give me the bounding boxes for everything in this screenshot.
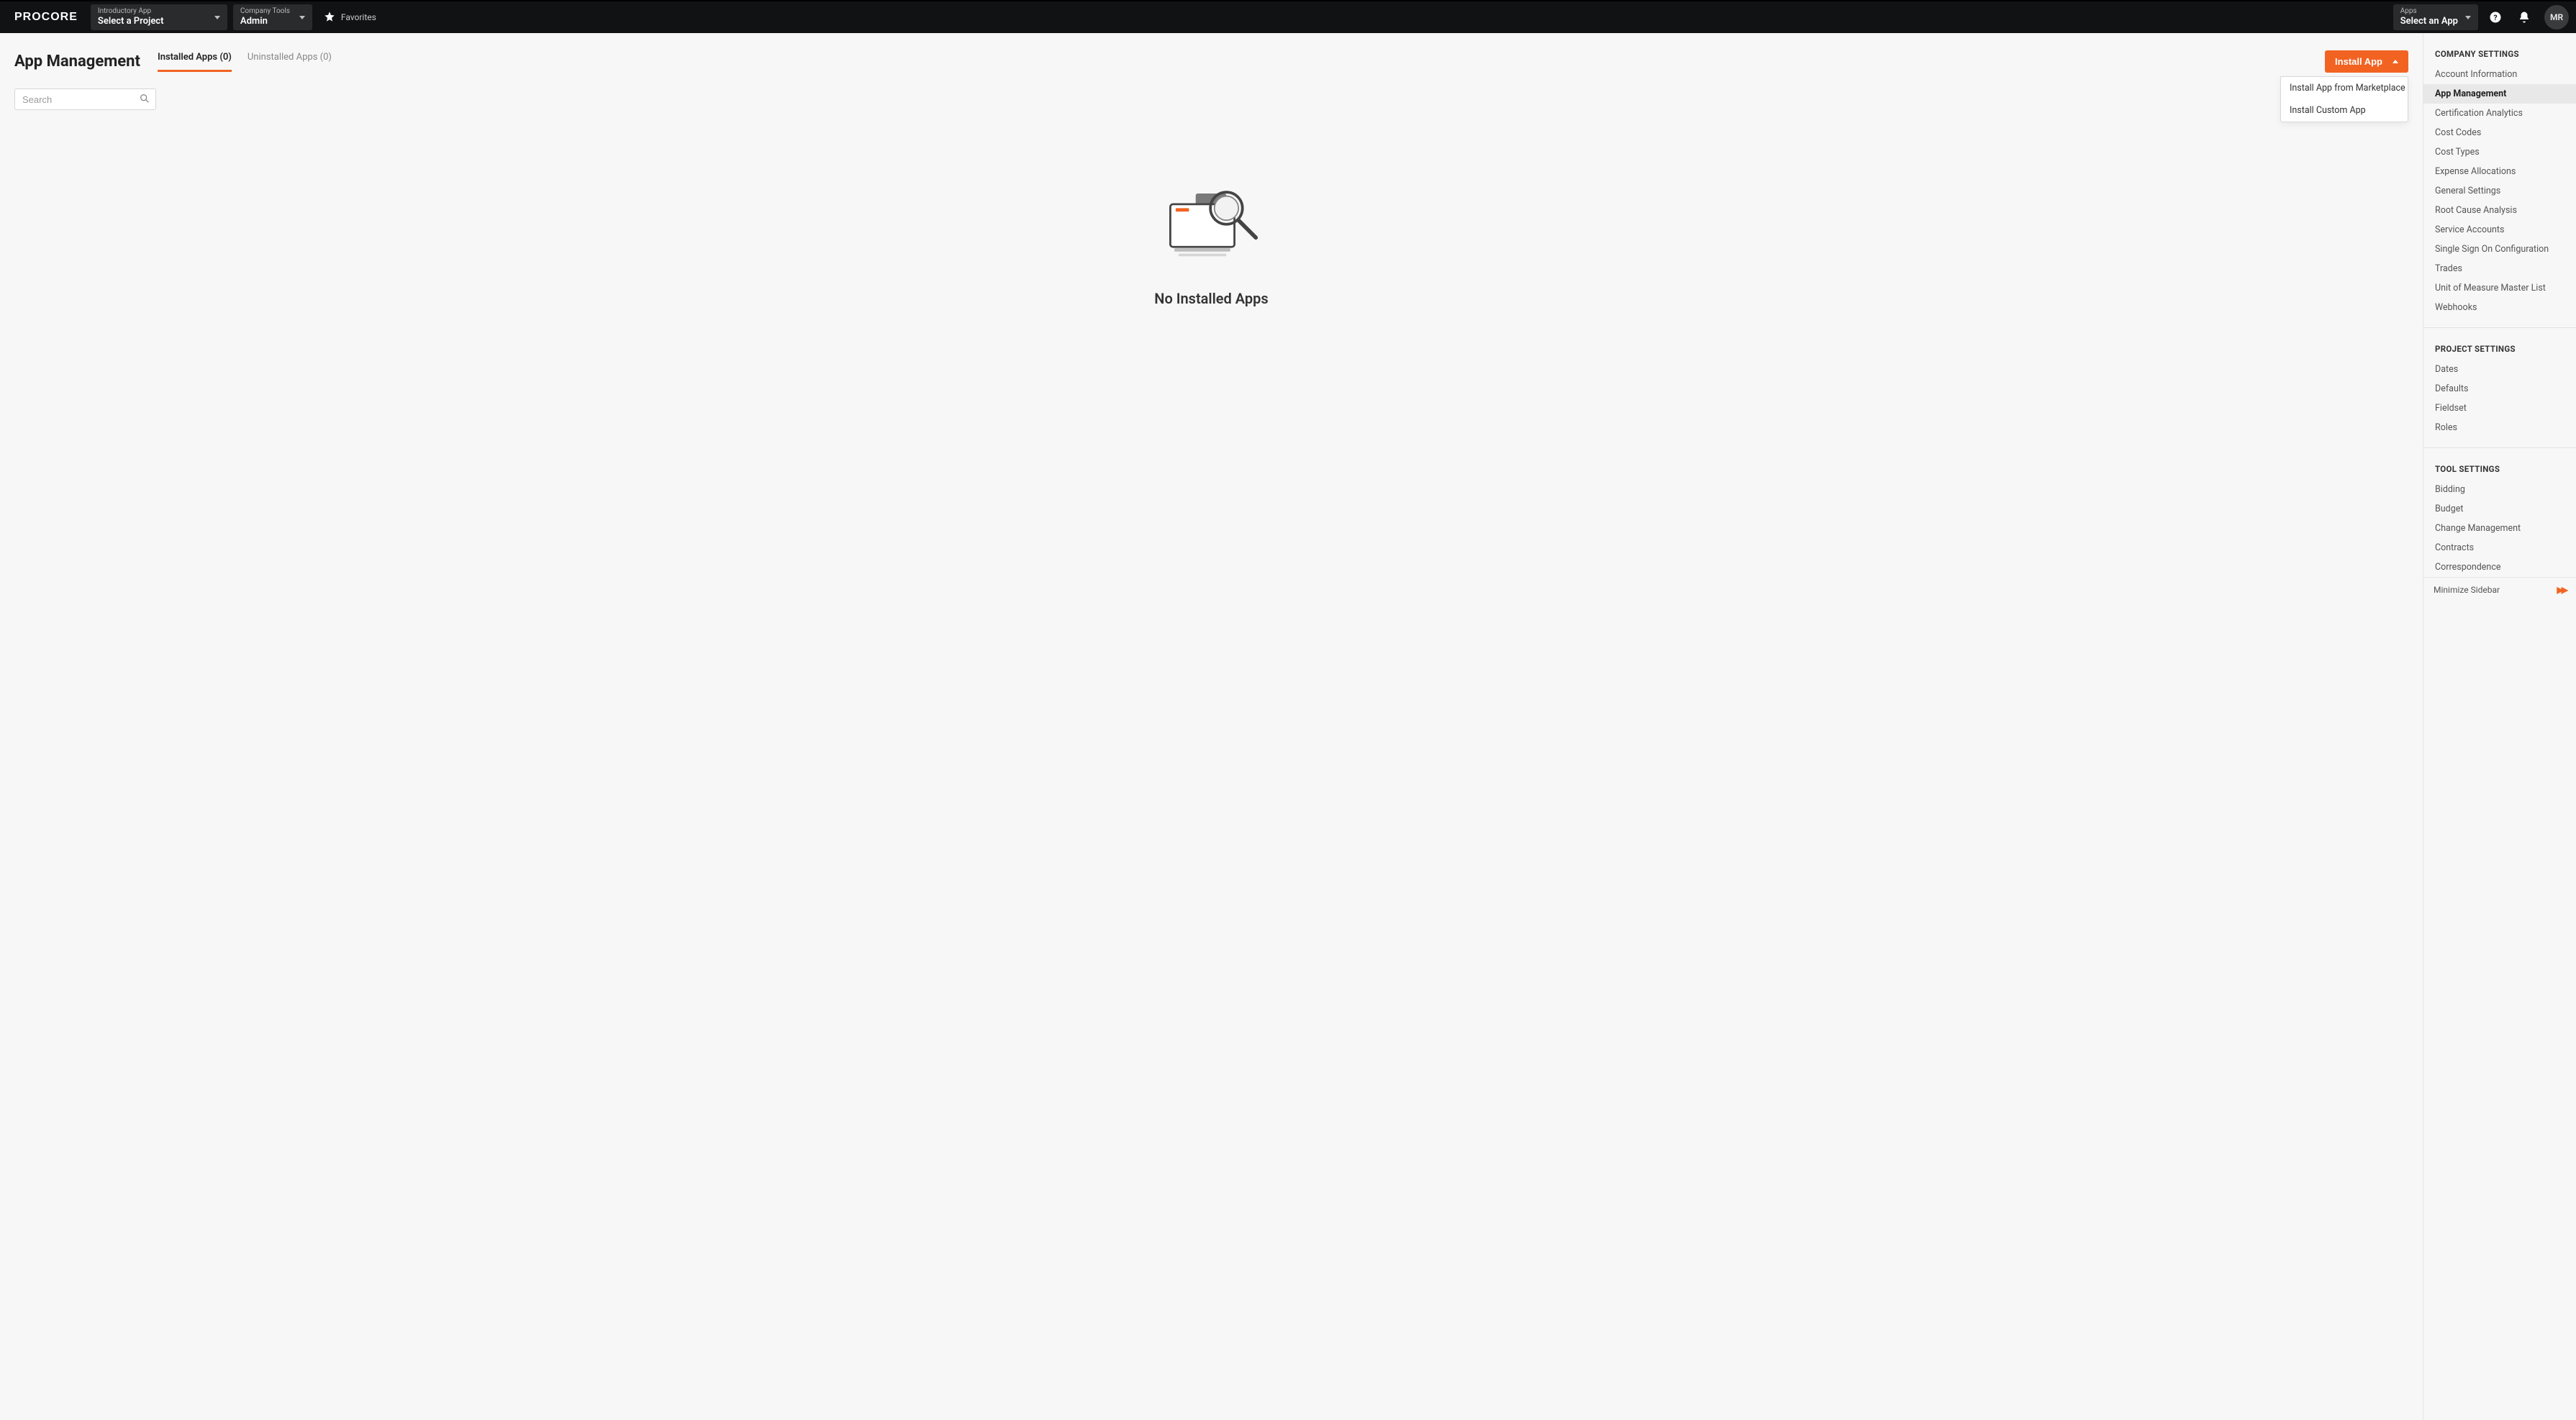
minimize-sidebar-button[interactable]: Minimize Sidebar ▶▶	[2423, 577, 2576, 602]
procore-logo[interactable]: PROCORE	[7, 11, 85, 24]
sidebar-item-general-settings[interactable]: General Settings	[2423, 181, 2576, 201]
page-title: App Management	[14, 53, 140, 70]
apps-selector-value: Select an App	[2400, 16, 2458, 27]
sidebar-project-title: PROJECT SETTINGS	[2423, 328, 2576, 360]
install-app-button-label: Install App	[2335, 56, 2382, 67]
folder-search-icon	[1158, 175, 1266, 268]
sidebar-item-uom-master-list[interactable]: Unit of Measure Master List	[2423, 278, 2576, 298]
sidebar-item-correspondence[interactable]: Correspondence	[2423, 557, 2576, 577]
favorites-link[interactable]: Favorites	[318, 11, 382, 24]
sidebar-item-root-cause-analysis[interactable]: Root Cause Analysis	[2423, 201, 2576, 220]
search-input[interactable]	[14, 88, 156, 110]
menu-install-from-marketplace[interactable]: Install App from Marketplace	[2281, 77, 2408, 99]
sidebar-item-trades[interactable]: Trades	[2423, 259, 2576, 278]
install-app-button[interactable]: Install App	[2325, 50, 2408, 73]
sidebar-tool-title: TOOL SETTINGS	[2423, 448, 2576, 480]
sidebar-item-defaults[interactable]: Defaults	[2423, 379, 2576, 399]
notifications-icon[interactable]	[2513, 6, 2536, 29]
main-content: App Management Installed Apps (0) Uninst…	[0, 33, 2423, 1420]
apps-selector[interactable]: Apps Select an App	[2393, 4, 2478, 30]
tab-installed-apps[interactable]: Installed Apps (0)	[158, 52, 232, 72]
project-selector-value: Select a Project	[98, 16, 207, 27]
sidebar-item-app-management[interactable]: App Management	[2423, 84, 2576, 104]
minimize-sidebar-label: Minimize Sidebar	[2434, 585, 2500, 595]
sidebar-item-service-accounts[interactable]: Service Accounts	[2423, 220, 2576, 240]
sidebar-item-fieldset[interactable]: Fieldset	[2423, 399, 2576, 418]
avatar[interactable]: MR	[2544, 5, 2569, 29]
empty-state: No Installed Apps	[0, 175, 2423, 307]
sidebar-item-sso-configuration[interactable]: Single Sign On Configuration	[2423, 240, 2576, 259]
star-icon	[324, 11, 335, 24]
help-icon[interactable]: ?	[2484, 6, 2507, 29]
sidebar-company-title: COMPANY SETTINGS	[2423, 33, 2576, 65]
sidebar-item-contracts[interactable]: Contracts	[2423, 538, 2576, 557]
company-tools-label: Company Tools	[240, 7, 292, 16]
svg-text:?: ?	[2493, 13, 2497, 22]
top-navbar: PROCORE Introductory App Select a Projec…	[0, 0, 2576, 33]
tabs: Installed Apps (0) Uninstalled Apps (0)	[158, 52, 332, 72]
avatar-initials: MR	[2550, 12, 2563, 22]
install-app-menu: Install App from Marketplace Install Cus…	[2280, 76, 2408, 122]
logo-text: PROCORE	[14, 11, 78, 24]
project-selector-label: Introductory App	[98, 7, 207, 16]
company-tools-selector[interactable]: Company Tools Admin	[233, 4, 312, 30]
sidebar-item-certification-analytics[interactable]: Certification Analytics	[2423, 104, 2576, 123]
tab-uninstalled-apps[interactable]: Uninstalled Apps (0)	[248, 52, 332, 72]
sidebar-item-expense-allocations[interactable]: Expense Allocations	[2423, 162, 2576, 181]
company-tools-value: Admin	[240, 16, 292, 27]
sidebar-item-dates[interactable]: Dates	[2423, 360, 2576, 379]
sidebar-item-cost-codes[interactable]: Cost Codes	[2423, 123, 2576, 142]
empty-state-title: No Installed Apps	[1154, 290, 1268, 307]
search-icon[interactable]	[139, 93, 152, 106]
apps-selector-label: Apps	[2400, 7, 2458, 16]
favorites-label: Favorites	[341, 12, 376, 22]
settings-sidebar: COMPANY SETTINGS Account Information App…	[2423, 33, 2576, 1420]
search-field-wrap	[14, 88, 156, 110]
sidebar-item-webhooks[interactable]: Webhooks	[2423, 298, 2576, 317]
project-selector[interactable]: Introductory App Select a Project	[91, 4, 227, 30]
menu-install-custom-app[interactable]: Install Custom App	[2281, 99, 2408, 122]
sidebar-item-change-management[interactable]: Change Management	[2423, 519, 2576, 538]
sidebar-item-bidding[interactable]: Bidding	[2423, 480, 2576, 499]
chevron-right-icon: ▶▶	[2557, 585, 2566, 595]
sidebar-item-account-information[interactable]: Account Information	[2423, 65, 2576, 84]
sidebar-item-cost-types[interactable]: Cost Types	[2423, 142, 2576, 162]
sidebar-item-budget[interactable]: Budget	[2423, 499, 2576, 519]
sidebar-item-roles[interactable]: Roles	[2423, 418, 2576, 437]
